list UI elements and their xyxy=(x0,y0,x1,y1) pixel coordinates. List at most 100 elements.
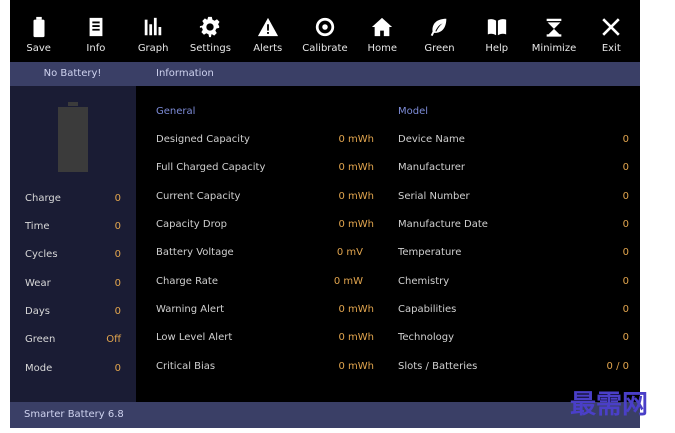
row-label: Serial Number xyxy=(398,191,470,202)
graph-icon xyxy=(142,12,164,42)
info-icon xyxy=(85,12,107,42)
row-value: 0 xyxy=(622,219,629,230)
model-row-serial-number: Serial Number 0 xyxy=(398,191,629,202)
toolbar: Save Info Graph Settings Alerts Calibrat… xyxy=(10,0,640,60)
row-label: Capabilities xyxy=(398,304,457,315)
general-row-warning-alert: Warning Alert 0 mWh xyxy=(156,304,374,315)
row-value: 0 mV xyxy=(336,247,363,258)
alerts-button[interactable]: Alerts xyxy=(239,0,296,60)
home-label: Home xyxy=(367,43,397,54)
row-label: Designed Capacity xyxy=(156,134,250,145)
watermark-text: 最需网 xyxy=(570,390,648,420)
sidebar-item-label: Days xyxy=(25,306,50,317)
model-row-capabilities: Capabilities 0 xyxy=(398,304,629,315)
sidebar-item-value: 0 xyxy=(114,278,121,289)
sidebar-item-value: 0 xyxy=(114,363,121,374)
sidebar-item-value: 0 xyxy=(114,193,121,204)
save-button[interactable]: Save xyxy=(10,0,67,60)
model-section-title: Model xyxy=(398,106,429,117)
sidebar-item-label: Green xyxy=(25,334,56,345)
info-button[interactable]: Info xyxy=(67,0,124,60)
app-window: Save Info Graph Settings Alerts Calibrat… xyxy=(10,0,640,428)
row-label: Battery Voltage xyxy=(156,247,234,258)
general-row-battery-voltage: Battery Voltage 0 mV xyxy=(156,247,374,258)
help-label: Help xyxy=(485,43,509,54)
general-row-low-level-alert: Low Level Alert 0 mWh xyxy=(156,332,374,343)
sidebar-item-label: Charge xyxy=(25,193,61,204)
green-button[interactable]: Green xyxy=(411,0,468,60)
model-row-temperature: Temperature 0 xyxy=(398,247,629,258)
row-value: 0 mWh xyxy=(338,304,374,315)
row-value: 0 mW xyxy=(333,276,363,287)
row-label: Warning Alert xyxy=(156,304,225,315)
footer-bar: Smarter Battery 6.8 xyxy=(10,402,640,428)
exit-button[interactable]: Exit xyxy=(583,0,640,60)
close-icon xyxy=(600,12,622,42)
alert-icon xyxy=(257,12,279,42)
general-row-critical-bias: Critical Bias 0 mWh xyxy=(156,361,374,372)
row-label: Low Level Alert xyxy=(156,332,233,343)
row-label: Temperature xyxy=(398,247,462,258)
row-label: Full Charged Capacity xyxy=(156,162,266,173)
graph-button[interactable]: Graph xyxy=(125,0,182,60)
row-value: 0 xyxy=(622,332,629,343)
model-row-manufacture-date: Manufacture Date 0 xyxy=(398,219,629,230)
target-icon xyxy=(314,12,336,42)
help-button[interactable]: Help xyxy=(468,0,525,60)
home-icon xyxy=(371,12,393,42)
info-label: Info xyxy=(86,43,106,54)
row-value: 0 mWh xyxy=(338,191,374,202)
header-bar: No Battery! Information xyxy=(10,62,640,86)
battery-icon xyxy=(58,102,88,172)
general-section-title: General xyxy=(156,106,196,117)
home-button[interactable]: Home xyxy=(354,0,411,60)
model-row-chemistry: Chemistry 0 xyxy=(398,276,629,287)
sidebar-item-value: Off xyxy=(106,334,121,345)
general-row-designed-capacity: Designed Capacity 0 mWh xyxy=(156,134,374,145)
row-label: Critical Bias xyxy=(156,361,216,372)
sidebar-item-label: Wear xyxy=(25,278,51,289)
minimize-label: Minimize xyxy=(531,43,577,54)
sidebar-item-label: Mode xyxy=(25,363,53,374)
row-value: 0 mWh xyxy=(338,134,374,145)
row-value: 0 mWh xyxy=(338,162,374,173)
watermark: 最需网 xyxy=(570,390,648,420)
row-value: 0 xyxy=(622,304,629,315)
app-version-text: Smarter Battery 6.8 xyxy=(24,409,124,420)
row-label: Capacity Drop xyxy=(156,219,227,230)
sidebar: Charge 0 Time 0 Cycles 0 Wear 0 Days 0 G… xyxy=(10,86,136,402)
row-label: Slots / Batteries xyxy=(398,361,478,372)
row-label: Chemistry xyxy=(398,276,450,287)
row-value: 0 xyxy=(622,162,629,173)
row-label: Technology xyxy=(398,332,455,343)
general-row-full-charged-capacity: Full Charged Capacity 0 mWh xyxy=(156,162,374,173)
alerts-label: Alerts xyxy=(253,43,283,54)
row-value: 0 / 0 xyxy=(606,361,629,372)
sidebar-item-value: 0 xyxy=(114,249,121,260)
model-row-device-name: Device Name 0 xyxy=(398,134,629,145)
calibrate-button[interactable]: Calibrate xyxy=(296,0,353,60)
row-value: 0 mWh xyxy=(338,332,374,343)
row-value: 0 xyxy=(622,276,629,287)
model-row-manufacturer: Manufacturer 0 xyxy=(398,162,629,173)
calibrate-label: Calibrate xyxy=(302,43,348,54)
book-icon xyxy=(486,12,508,42)
sidebar-item-days: Days 0 xyxy=(10,303,136,323)
sidebar-item-label: Time xyxy=(25,221,50,232)
graph-label: Graph xyxy=(137,43,169,54)
general-row-charge-rate: Charge Rate 0 mW xyxy=(156,276,374,287)
row-value: 0 mWh xyxy=(338,219,374,230)
sidebar-item-label: Cycles xyxy=(25,249,58,260)
save-icon xyxy=(28,12,50,42)
model-row-technology: Technology 0 xyxy=(398,332,629,343)
row-value: 0 xyxy=(622,134,629,145)
sidebar-item-time: Time 0 xyxy=(10,218,136,238)
row-label: Current Capacity xyxy=(156,191,241,202)
row-label: Manufacture Date xyxy=(398,219,488,230)
row-label: Manufacturer xyxy=(398,162,465,173)
sidebar-item-value: 0 xyxy=(114,306,121,317)
settings-button[interactable]: Settings xyxy=(182,0,239,60)
minimize-button[interactable]: Minimize xyxy=(525,0,582,60)
sidebar-item-wear: Wear 0 xyxy=(10,275,136,295)
row-label: Device Name xyxy=(398,134,465,145)
